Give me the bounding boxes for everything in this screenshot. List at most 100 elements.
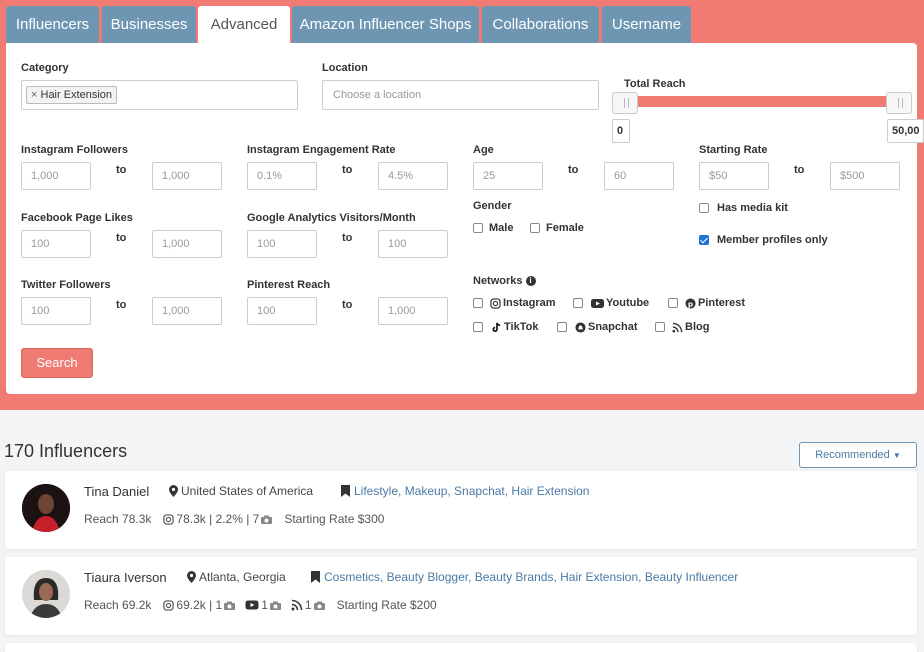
influencer-card[interactable]: Tina Daniel United States of America Lif… <box>5 471 917 549</box>
influencer-name[interactable]: Tiaura Iverson <box>84 570 167 585</box>
to-label: to <box>342 164 353 176</box>
starting-rate-min[interactable]: $50 <box>699 162 769 190</box>
tab-username[interactable]: Username <box>602 6 691 43</box>
tab-advanced[interactable]: Advanced <box>198 6 290 44</box>
categories-text[interactable]: Cosmetics, Beauty Blogger, Beauty Brands… <box>324 570 738 584</box>
age-min[interactable]: 25 <box>473 162 543 190</box>
tab-collaborations[interactable]: Collaborations <box>482 6 599 43</box>
influencer-stats: Reach 69.2k 69.2k | 1 1 1 Starting Rate … <box>84 598 437 612</box>
influencer-card[interactable] <box>5 643 917 652</box>
location-text: Atlanta, Georgia <box>199 570 286 584</box>
chip-label: Hair Extension <box>40 89 113 101</box>
starting-rate-label: Starting Rate <box>699 144 768 156</box>
network-tiktok-label: TikTok <box>504 321 539 333</box>
networks-label: Networks <box>473 275 523 287</box>
influencer-card[interactable]: Tiaura Iverson Atlanta, Georgia Cosmetic… <box>5 557 917 635</box>
location-input[interactable]: Choose a location <box>322 80 599 110</box>
google-analytics-max[interactable]: 100 <box>378 230 448 258</box>
member-profiles-label: Member profiles only <box>717 234 828 246</box>
gender-label: Gender <box>473 200 512 212</box>
influencer-location: Atlanta, Georgia <box>187 570 286 584</box>
influencer-name[interactable]: Tina Daniel <box>84 484 149 499</box>
network-instagram-checkbox[interactable] <box>473 298 483 308</box>
avatar-image <box>22 570 70 618</box>
youtube-icon <box>245 600 259 610</box>
google-analytics-min[interactable]: 100 <box>247 230 317 258</box>
instagram-icon <box>163 599 175 611</box>
avatar[interactable] <box>22 484 70 532</box>
total-reach-slider[interactable] <box>620 96 898 107</box>
network-youtube-label: Youtube <box>606 297 650 309</box>
sort-dropdown[interactable]: Recommended ▼ <box>799 442 917 468</box>
instagram-engagement-min[interactable]: 0.1% <box>247 162 317 190</box>
twitter-followers-label: Twitter Followers <box>21 279 111 291</box>
network-snapchat-checkbox[interactable] <box>557 322 567 332</box>
camera-icon <box>269 601 281 610</box>
info-icon[interactable]: i <box>525 276 536 286</box>
member-profiles-checkbox[interactable] <box>699 235 709 245</box>
starting-rate-max[interactable]: $500 <box>830 162 900 190</box>
pinterest-reach-max[interactable]: 1,000 <box>378 297 448 325</box>
influencer-location: United States of America <box>169 484 313 498</box>
instagram-followers-max[interactable]: 1,000 <box>152 162 222 190</box>
gender-female-checkbox[interactable] <box>530 223 540 233</box>
map-marker-icon <box>169 485 178 497</box>
google-analytics-label: Google Analytics Visitors/Month <box>247 212 416 224</box>
gender-male-checkbox[interactable] <box>473 223 483 233</box>
camera-icon <box>224 601 236 610</box>
twitter-followers-min[interactable]: 100 <box>21 297 91 325</box>
network-blog: Blog <box>672 321 709 333</box>
svg-text:p: p <box>688 299 693 308</box>
location-label: Location <box>322 62 368 74</box>
instagram-engagement-max[interactable]: 4.5% <box>378 162 448 190</box>
instagram-stats-text: 69.2k | 1 <box>176 598 223 612</box>
search-button[interactable]: Search <box>21 348 93 378</box>
location-text: United States of America <box>181 484 314 498</box>
sort-label: Recommended <box>815 449 890 461</box>
gender-male-label: Male <box>489 222 514 234</box>
network-tiktok: TikTok <box>491 321 538 333</box>
network-instagram: Instagram <box>490 297 556 309</box>
facebook-likes-min[interactable]: 100 <box>21 230 91 258</box>
to-label: to <box>342 299 353 311</box>
to-label: to <box>116 232 127 244</box>
pinterest-reach-min[interactable]: 100 <box>247 297 317 325</box>
category-chip: × Hair Extension <box>26 86 118 104</box>
network-blog-label: Blog <box>685 321 710 333</box>
avatar[interactable] <box>22 570 70 618</box>
facebook-likes-label: Facebook Page Likes <box>21 212 133 224</box>
age-max[interactable]: 60 <box>604 162 674 190</box>
bookmark-icon <box>341 485 350 497</box>
tab-businesses[interactable]: Businesses <box>102 6 196 43</box>
total-reach-min-handle[interactable] <box>612 92 638 114</box>
has-media-kit-checkbox[interactable] <box>699 203 709 213</box>
twitter-followers-max[interactable]: 1,000 <box>152 297 222 325</box>
chip-remove-icon[interactable]: × <box>31 89 37 101</box>
reach-text: Reach 78.3k <box>84 512 152 526</box>
network-blog-checkbox[interactable] <box>655 322 665 332</box>
influencer-categories: Cosmetics, Beauty Blogger, Beauty Brands… <box>311 570 738 584</box>
facebook-likes-max[interactable]: 1,000 <box>152 230 222 258</box>
instagram-engagement-label: Instagram Engagement Rate <box>247 144 396 156</box>
snapchat-icon <box>575 321 586 333</box>
total-reach-max-handle[interactable] <box>886 92 912 114</box>
youtube-icon <box>591 298 604 308</box>
network-pinterest-checkbox[interactable] <box>668 298 678 308</box>
tab-amazon-influencer-shops[interactable]: Amazon Influencer Shops <box>292 6 479 43</box>
youtube-stats-text: 1 <box>261 598 268 612</box>
network-tiktok-checkbox[interactable] <box>473 322 483 332</box>
network-pinterest-label: Pinterest <box>698 297 746 309</box>
search-header: Influencers Businesses Advanced Amazon I… <box>0 0 924 410</box>
network-snapchat-label: Snapchat <box>588 321 638 333</box>
instagram-followers-min[interactable]: 1,000 <box>21 162 91 190</box>
network-youtube-checkbox[interactable] <box>573 298 583 308</box>
network-instagram-label: Instagram <box>503 297 556 309</box>
category-select[interactable]: × Hair Extension <box>21 80 298 110</box>
categories-text[interactable]: Lifestyle, Makeup, Snapchat, Hair Extens… <box>354 484 589 498</box>
pinterest-reach-label: Pinterest Reach <box>247 279 331 291</box>
map-marker-icon <box>187 571 196 583</box>
rss-icon <box>291 599 303 611</box>
instagram-followers-label: Instagram Followers <box>21 144 128 156</box>
tab-influencers[interactable]: Influencers <box>6 6 99 43</box>
gender-female-label: Female <box>546 222 584 234</box>
